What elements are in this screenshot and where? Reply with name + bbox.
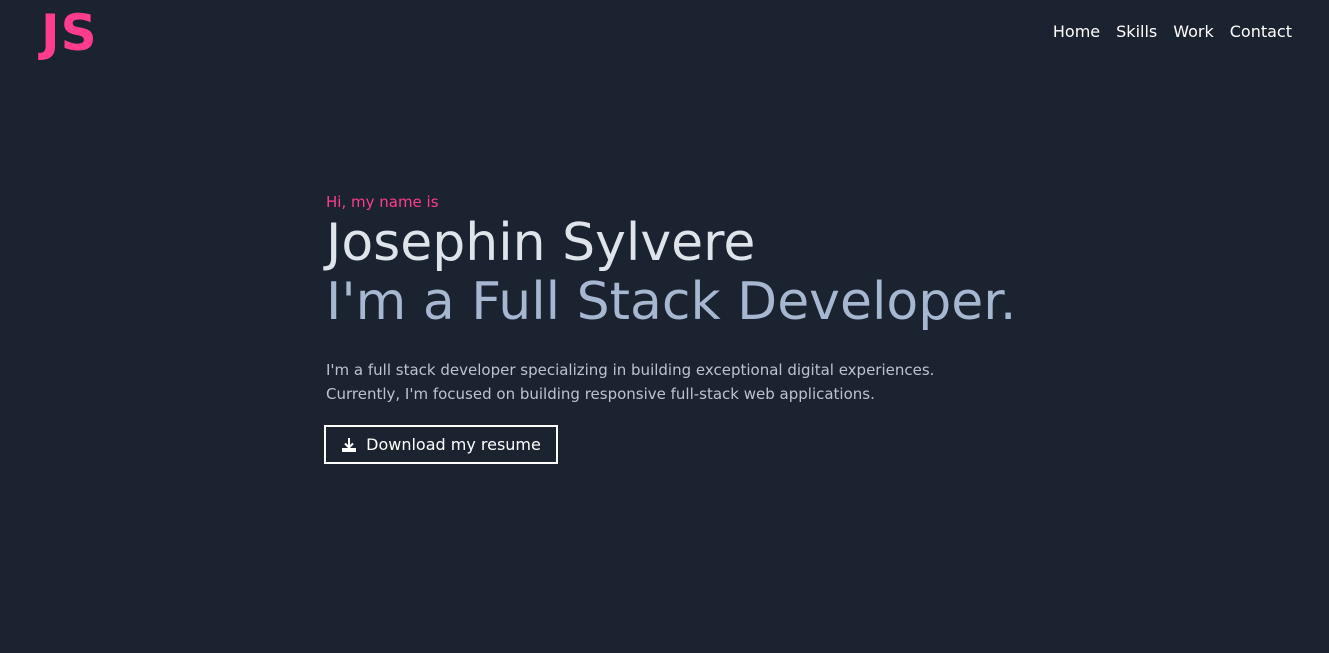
- hero-description: I'm a full stack developer specializing …: [326, 358, 1226, 406]
- hero-section: Hi, my name is Josephin Sylvere I'm a Fu…: [324, 190, 1226, 464]
- intro-text: Hi, my name is: [326, 193, 439, 211]
- hero-name: Josephin Sylvere: [326, 213, 756, 273]
- description-line: Currently, I'm focused on building respo…: [326, 385, 875, 403]
- hero-role: I'm a Full Stack Developer.: [326, 272, 1017, 332]
- nav-link-skills[interactable]: Skills: [1116, 20, 1157, 44]
- nav-link-contact[interactable]: Contact: [1230, 20, 1292, 44]
- download-icon: [341, 437, 357, 453]
- main-nav: Home Skills Work Contact: [1053, 20, 1292, 44]
- resume-button-label: Download my resume: [366, 435, 541, 454]
- nav-link-work[interactable]: Work: [1173, 20, 1214, 44]
- download-resume-button[interactable]: Download my resume: [324, 425, 558, 464]
- site-logo[interactable]: JS: [41, 2, 98, 64]
- description-line: I'm a full stack developer specializing …: [326, 361, 935, 379]
- nav-link-home[interactable]: Home: [1053, 20, 1100, 44]
